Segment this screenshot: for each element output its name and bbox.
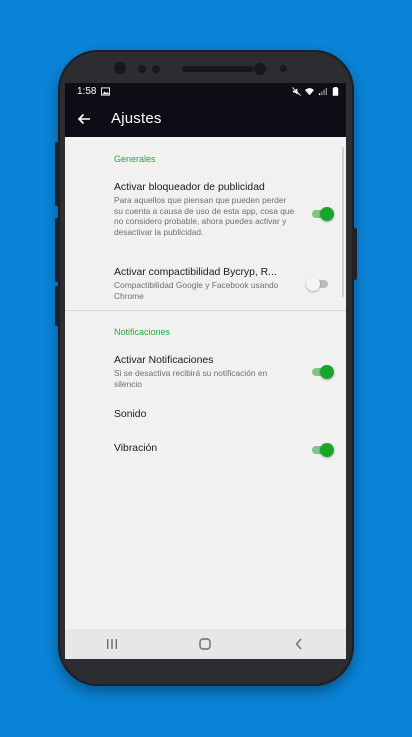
pref-compatibility[interactable]: Activar compactibilidad Bycryp, R... Com… — [114, 266, 296, 301]
switch-thumb — [320, 443, 334, 457]
recents-icon — [106, 639, 117, 649]
status-time: 1:58 — [77, 85, 97, 97]
switch-thumb — [320, 365, 334, 379]
nav-back-button[interactable] — [279, 629, 319, 659]
pref-ad-blocker-summary: Para aquellos que piensan que pueden per… — [114, 195, 295, 237]
pref-compatibility-summary: Compactibilidad Google y Facebook usando… — [114, 280, 279, 301]
sensor-icon — [152, 65, 160, 73]
volume-up-button — [55, 142, 59, 206]
mute-icon — [292, 86, 301, 96]
screen: 1:58 Ajustes Generales Activar bloqueado… — [65, 83, 346, 659]
compatibility-switch[interactable] — [306, 277, 328, 291]
volume-down-button — [55, 218, 59, 282]
power-button — [353, 228, 357, 280]
pref-ad-blocker[interactable]: Activar bloqueador de publicidad Para aq… — [114, 181, 296, 237]
back-nav-icon — [295, 638, 302, 650]
pref-compatibility-title: Activar compactibilidad Bycryp, R... — [114, 267, 277, 278]
recents-button[interactable] — [92, 629, 132, 659]
sensor-icon — [280, 65, 287, 72]
vibration-switch[interactable] — [312, 443, 334, 457]
sensor-icon — [138, 65, 146, 73]
image-icon — [101, 86, 111, 96]
iris-camera-icon — [254, 63, 266, 75]
pref-ad-blocker-title: Activar bloqueador de publicidad — [114, 182, 265, 193]
settings-list: Generales Activar bloqueador de publicid… — [65, 137, 346, 629]
earpiece-speaker — [182, 66, 254, 72]
wifi-icon — [305, 87, 314, 95]
app-toolbar: Ajustes — [65, 99, 346, 137]
pref-sound-title: Sonido — [114, 409, 147, 420]
pref-notifications-title: Activar Notificaciones — [114, 355, 214, 366]
scrollbar[interactable] — [342, 147, 344, 297]
section-header-notificaciones: Notificaciones — [114, 327, 171, 337]
pref-notifications[interactable]: Activar Notificaciones Si se desactiva r… — [114, 354, 296, 389]
pref-vibration[interactable]: Vibración — [114, 442, 296, 455]
home-icon — [199, 638, 212, 650]
switch-thumb — [306, 277, 320, 291]
pref-sound[interactable]: Sonido — [114, 408, 296, 421]
bixby-button — [55, 286, 59, 326]
section-divider — [65, 310, 346, 311]
section-header-generales: Generales — [114, 154, 156, 164]
back-button[interactable] — [65, 108, 103, 129]
system-nav-bar — [65, 629, 346, 659]
home-button[interactable] — [185, 629, 225, 659]
switch-thumb — [320, 207, 334, 221]
pref-vibration-title: Vibración — [114, 443, 158, 454]
ad-blocker-switch[interactable] — [312, 207, 334, 221]
status-bar: 1:58 — [65, 83, 346, 99]
front-camera-icon — [114, 62, 126, 74]
pref-notifications-summary: Si se desactiva recibirá su notificación… — [114, 368, 268, 389]
battery-icon — [332, 86, 339, 96]
notifications-switch[interactable] — [312, 365, 334, 379]
page-title: Ajustes — [111, 109, 162, 127]
signal-icon — [318, 87, 327, 95]
arrow-left-icon — [77, 113, 90, 124]
